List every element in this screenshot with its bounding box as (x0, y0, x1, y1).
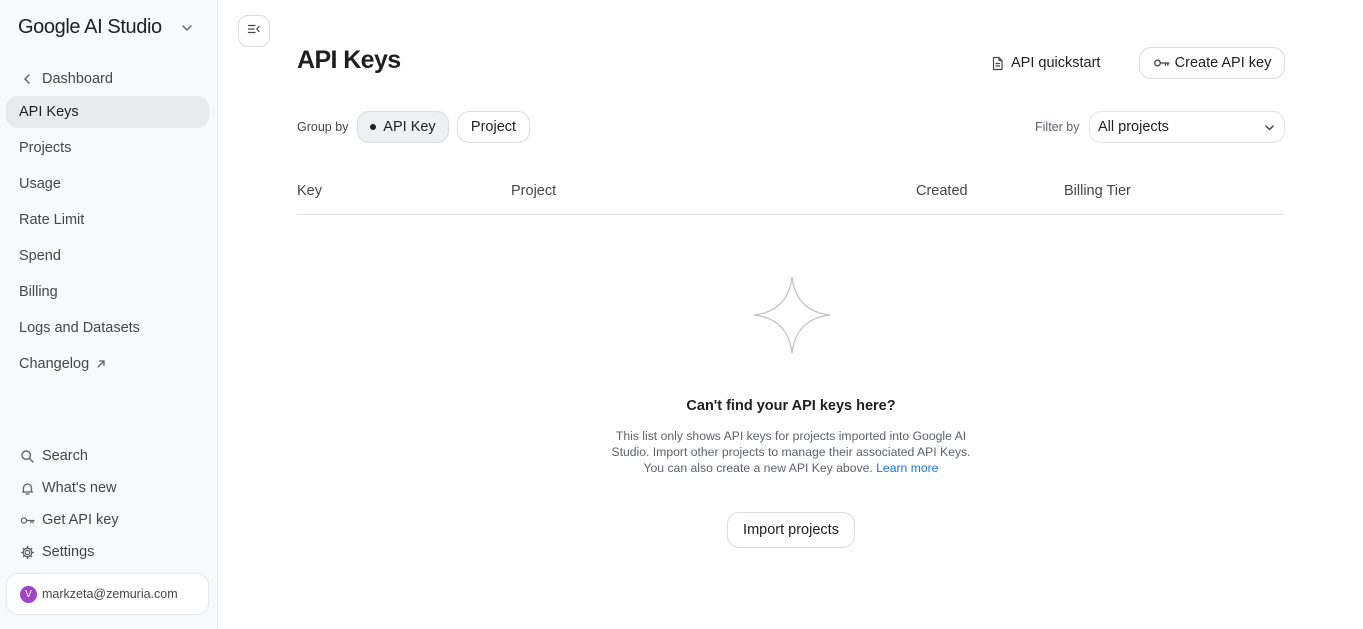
sparkle-icon (752, 275, 832, 355)
sidebar-item-label: API Keys (19, 104, 79, 120)
empty-desc-line3: You can also create a new API Key above. (643, 461, 873, 475)
account-chip[interactable]: V markzeta@zemuria.com (6, 573, 209, 615)
gear-icon (20, 545, 35, 560)
sidebar-item-billing[interactable]: Billing (6, 276, 209, 308)
sidebar-item-label: Changelog (19, 356, 90, 372)
column-header-created[interactable]: Created (916, 183, 968, 199)
search-icon (20, 449, 35, 464)
back-to-dashboard[interactable]: Dashboard (6, 62, 209, 96)
chevron-down-icon (180, 21, 194, 35)
sidebar-item-label: Billing (19, 284, 58, 300)
sidebar-get-api-key-label: Get API key (42, 512, 119, 528)
sidebar-item-spend[interactable]: Spend (6, 240, 209, 272)
filter-by-label: Filter by (1035, 120, 1080, 134)
group-by-project-chip[interactable]: Project (457, 111, 530, 143)
api-quickstart-label: API quickstart (1011, 55, 1101, 71)
group-by-label: Group by (297, 120, 349, 134)
sidebar-search-label: Search (42, 448, 88, 464)
collapse-sidebar-icon (246, 21, 262, 42)
sidebar-nav: Dashboard API Keys Projects Usage Rate L… (6, 62, 209, 384)
column-header-billing-tier[interactable]: Billing Tier (1064, 183, 1131, 199)
sidebar-item-label: Spend (19, 248, 61, 264)
sidebar-item-rate-limit[interactable]: Rate Limit (6, 204, 209, 236)
document-icon (990, 56, 1005, 71)
create-api-key-label: Create API key (1174, 55, 1272, 71)
user-email: markzeta@zemuria.com (42, 587, 178, 601)
learn-more-link[interactable]: Learn more (876, 461, 938, 475)
chevron-down-icon (1263, 121, 1276, 134)
chip-label: API Key (383, 119, 436, 135)
chevron-left-icon (20, 72, 34, 86)
sidebar-item-projects[interactable]: Projects (6, 132, 209, 164)
sidebar-item-logs[interactable]: Logs and Datasets (6, 312, 209, 344)
sidebar-search[interactable]: Search (6, 440, 209, 472)
brand-title: Google AI Studio (18, 16, 162, 38)
empty-desc-line2: Studio. Import other projects to manage … (611, 445, 971, 459)
sidebar-item-api-keys[interactable]: API Keys (6, 96, 209, 128)
page-title: API Keys (297, 46, 401, 74)
brand-menu[interactable]: Google AI Studio (18, 16, 194, 39)
key-icon (1153, 56, 1170, 70)
create-api-key-button[interactable]: Create API key (1139, 47, 1285, 79)
sidebar-whats-new-label: What's new (42, 480, 117, 496)
collapse-sidebar-button[interactable] (238, 15, 270, 47)
empty-state-title: Can't find your API keys here? (686, 398, 896, 414)
sidebar-settings[interactable]: Settings (6, 536, 209, 568)
sidebar-whats-new[interactable]: What's new (6, 472, 209, 504)
sidebar-item-changelog[interactable]: Changelog (6, 348, 209, 380)
avatar: V (20, 585, 37, 603)
api-keys-table-header: Key Project Created Billing Tier (297, 168, 1285, 215)
filter-value: All projects (1098, 119, 1169, 135)
column-header-key[interactable]: Key (297, 183, 322, 199)
api-quickstart-link[interactable]: API quickstart (990, 50, 1100, 76)
sidebar-bottom-nav: Search What's new Get API key Settings (6, 440, 209, 568)
sidebar-get-api-key[interactable]: Get API key (6, 504, 209, 536)
selected-dot-icon (370, 124, 377, 130)
sidebar: Google AI Studio Dashboard API Keys Proj… (0, 0, 218, 629)
sidebar-item-usage[interactable]: Usage (6, 168, 209, 200)
external-link-icon (95, 358, 107, 370)
import-projects-button[interactable]: Import projects (727, 512, 855, 548)
sidebar-item-label: Projects (19, 140, 72, 156)
key-icon (20, 513, 35, 528)
sidebar-item-label: Usage (19, 176, 61, 192)
project-filter-select[interactable]: All projects (1089, 111, 1285, 143)
sidebar-item-label: Logs and Datasets (19, 320, 140, 336)
empty-state-description: This list only shows API keys for projec… (591, 428, 991, 476)
sidebar-item-label: Rate Limit (19, 212, 85, 228)
chip-label: Project (470, 119, 517, 135)
sidebar-settings-label: Settings (42, 544, 95, 560)
column-header-project[interactable]: Project (511, 183, 556, 199)
back-label: Dashboard (42, 71, 113, 87)
group-by-api-key-chip[interactable]: API Key (357, 111, 449, 143)
empty-desc-line1: This list only shows API keys for projec… (615, 429, 967, 443)
import-projects-label: Import projects (743, 522, 839, 538)
bell-icon (20, 481, 35, 496)
